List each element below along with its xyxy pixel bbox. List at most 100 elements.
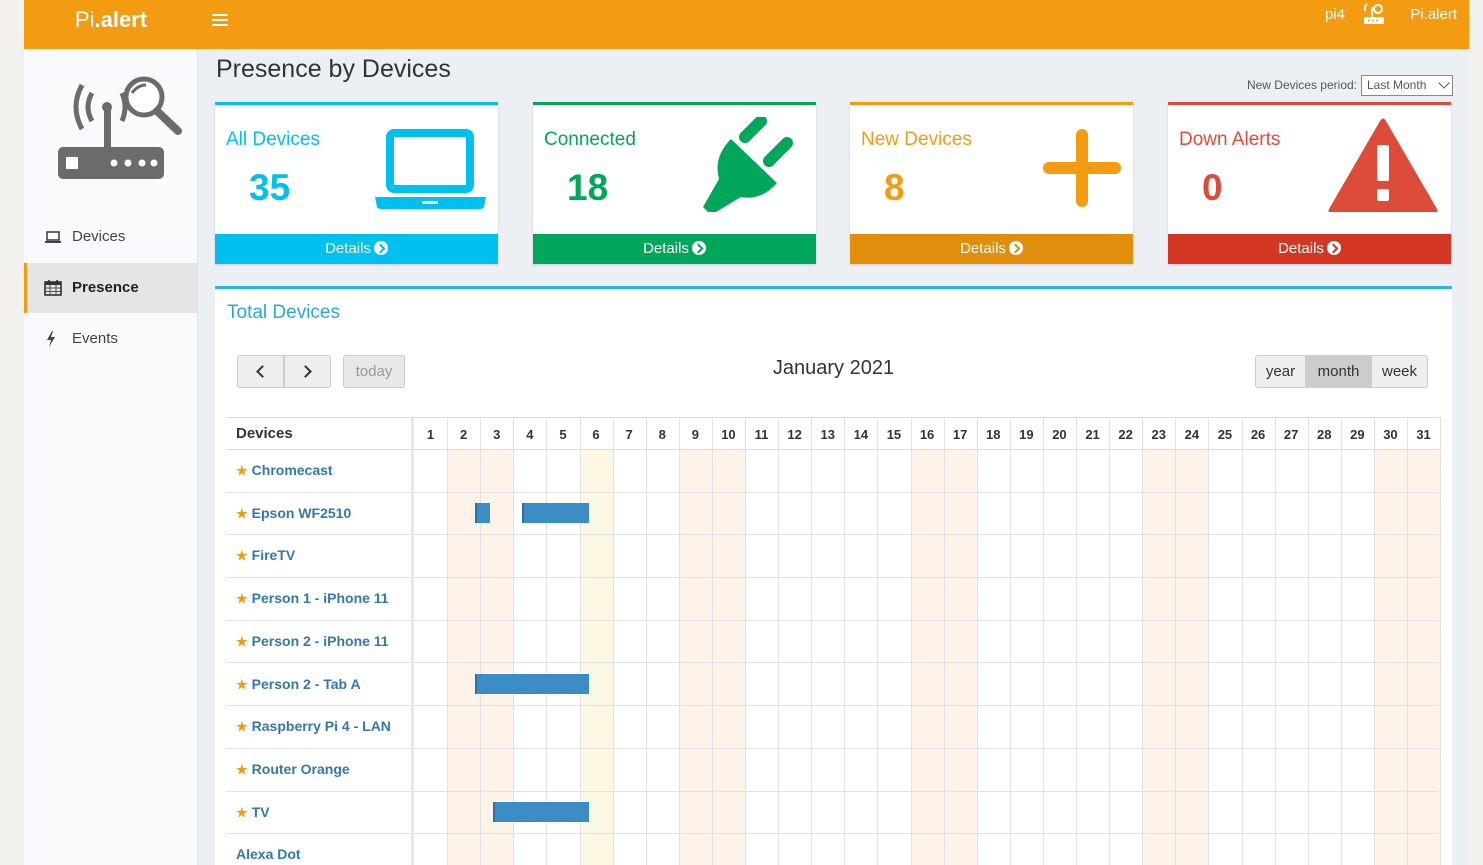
sidebar: Devices Presence Events bbox=[24, 49, 198, 865]
device-link[interactable]: ★ Person 2 - iPhone 11 bbox=[236, 633, 389, 650]
device-link[interactable]: ★ Router Orange bbox=[236, 761, 350, 778]
device-link[interactable]: ★ TV bbox=[236, 804, 270, 821]
grid-header: Devices 1 2 3 4 5 6 7 8 9 10 11 12 13 14 15 16 17 18 19 20 2… bbox=[226, 417, 1439, 450]
main-content: Presence by Devices New Devices period: … bbox=[198, 49, 1469, 865]
sidebar-item-label: Devices bbox=[72, 228, 126, 245]
devices-column-header: Devices bbox=[236, 425, 293, 442]
view-month-button[interactable]: month bbox=[1305, 355, 1372, 388]
tile-connected: Connected 18 Details bbox=[533, 102, 816, 264]
day-header: 11 bbox=[754, 427, 769, 442]
device-name: Raspberry Pi 4 - LAN bbox=[251, 718, 391, 735]
device-name: TV bbox=[251, 803, 270, 820]
tile-new-devices: New Devices 8 Details bbox=[850, 102, 1133, 264]
day-header: 26 bbox=[1250, 427, 1266, 442]
presence-bar[interactable] bbox=[493, 801, 590, 822]
day-header: 1 bbox=[426, 427, 435, 442]
star-icon: ★ bbox=[236, 804, 248, 820]
device-name: Chromecast bbox=[251, 462, 333, 478]
tile-details-link[interactable]: Details bbox=[850, 234, 1133, 264]
day-header: 13 bbox=[820, 427, 835, 442]
day-header: 5 bbox=[559, 427, 567, 442]
day-header: 7 bbox=[625, 427, 633, 442]
sidebar-item-events[interactable]: Events bbox=[24, 314, 198, 364]
sidebar-item-label: Events bbox=[72, 330, 118, 347]
plus-icon bbox=[1043, 129, 1121, 207]
top-navbar: Pi.alert pi4 Pi.alert bbox=[24, 0, 1469, 49]
device-link[interactable]: ★ Person 2 - Tab A bbox=[236, 676, 361, 693]
tile-value: 0 bbox=[1202, 167, 1223, 208]
presence-bar[interactable] bbox=[475, 673, 590, 694]
calendar-box: Total Devices today January 2021 year mo… bbox=[215, 286, 1452, 865]
day-header: 15 bbox=[886, 427, 902, 442]
device-row: ★ Person 1 - iPhone 11 bbox=[226, 578, 1439, 621]
presence-bar[interactable] bbox=[521, 502, 590, 523]
period-label: New Devices period: bbox=[1246, 78, 1357, 92]
user-name[interactable]: pi4 bbox=[1325, 6, 1345, 23]
tile-value: 18 bbox=[567, 167, 609, 208]
pialert-router-logo-icon bbox=[58, 76, 182, 179]
view-week-button[interactable]: week bbox=[1371, 355, 1428, 388]
tile-details-link[interactable]: Details bbox=[533, 234, 816, 264]
device-name: Person 2 - iPhone 11 bbox=[251, 632, 389, 649]
grid-line bbox=[1440, 417, 1442, 865]
tile-all-devices: All Devices 35 Details bbox=[215, 102, 498, 264]
star-icon: ★ bbox=[236, 463, 248, 478]
device-row: ★ Epson WF2510 bbox=[226, 493, 1439, 536]
device-link[interactable]: ★ Person 1 - iPhone 11 bbox=[236, 590, 389, 607]
calendar-icon bbox=[44, 280, 62, 296]
device-name: FireTV bbox=[251, 547, 296, 564]
device-link[interactable]: ★ FireTV bbox=[236, 547, 295, 564]
device-row: ★ Chromecast bbox=[226, 450, 1439, 493]
star-icon: ★ bbox=[236, 591, 248, 607]
bolt-icon bbox=[47, 331, 55, 347]
tile-label: New Devices bbox=[861, 129, 972, 150]
arrow-circle-right-icon bbox=[1008, 241, 1023, 255]
sidebar-item-devices[interactable]: Devices bbox=[24, 212, 198, 262]
day-header: 23 bbox=[1151, 427, 1166, 442]
device-link[interactable]: ★ Chromecast bbox=[236, 462, 333, 479]
day-header: 27 bbox=[1283, 427, 1299, 442]
menu-toggle-icon[interactable] bbox=[212, 11, 228, 27]
device-link[interactable]: ★ Epson WF2510 bbox=[236, 505, 351, 522]
device-row: ★ Person 2 - Tab A bbox=[226, 664, 1439, 707]
device-name: Person 2 - Tab A bbox=[251, 675, 361, 692]
day-header: 4 bbox=[526, 427, 534, 442]
top-brand-label[interactable]: Pi.alert bbox=[1410, 6, 1457, 23]
device-link[interactable]: ★ Raspberry Pi 4 - LAN bbox=[236, 718, 391, 735]
day-header: 2 bbox=[460, 427, 468, 442]
arrow-circle-right-icon bbox=[691, 241, 706, 255]
day-header: 9 bbox=[691, 427, 699, 442]
day-header: 8 bbox=[658, 427, 666, 442]
view-year-button[interactable]: year bbox=[1255, 355, 1306, 388]
day-header: 16 bbox=[919, 427, 935, 442]
day-header: 22 bbox=[1118, 427, 1133, 442]
device-row: ★ TV bbox=[226, 792, 1439, 835]
tile-label: All Devices bbox=[226, 129, 320, 150]
device-name: Epson WF2510 bbox=[251, 504, 352, 521]
presence-bar[interactable] bbox=[475, 502, 491, 523]
day-header: 12 bbox=[787, 427, 802, 442]
tile-label: Down Alerts bbox=[1179, 129, 1281, 150]
chevron-down-icon bbox=[1438, 77, 1450, 89]
brand-logo[interactable]: Pi.alert bbox=[24, 0, 198, 49]
day-header: 29 bbox=[1350, 427, 1365, 442]
device-name: Person 1 - iPhone 11 bbox=[251, 590, 389, 607]
star-icon: ★ bbox=[236, 633, 248, 649]
day-header: 24 bbox=[1184, 427, 1200, 442]
tile-details-link[interactable]: Details bbox=[1168, 234, 1451, 264]
period-select-value: Last Month bbox=[1367, 78, 1427, 92]
sidebar-item-presence[interactable]: Presence bbox=[24, 263, 198, 313]
tile-details-link[interactable]: Details bbox=[215, 234, 498, 264]
device-link[interactable]: Alexa Dot bbox=[236, 846, 301, 862]
day-header: 3 bbox=[493, 427, 501, 442]
router-icon bbox=[1363, 3, 1384, 24]
device-row: ★ Router Orange bbox=[226, 749, 1439, 792]
page-title: Presence by Devices bbox=[216, 55, 451, 83]
laptop-icon bbox=[375, 129, 486, 209]
day-header: 6 bbox=[592, 427, 600, 442]
day-header: 17 bbox=[952, 427, 968, 442]
tile-value: 8 bbox=[884, 167, 905, 208]
day-header: 31 bbox=[1416, 427, 1431, 442]
day-header: 18 bbox=[986, 427, 1001, 442]
period-select[interactable]: Last Month bbox=[1361, 75, 1453, 96]
